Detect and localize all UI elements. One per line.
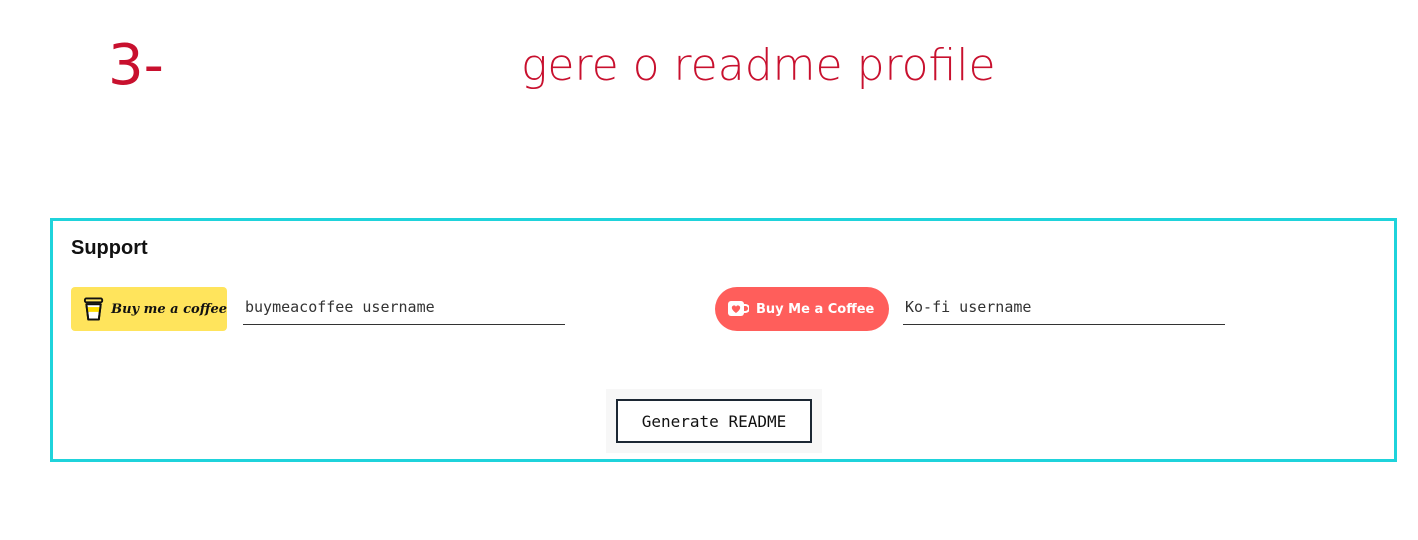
coffee-cup-icon [83,297,104,321]
support-heading: Support [71,237,148,259]
generate-readme-button[interactable]: Generate README [616,399,812,443]
buymeacoffee-badge-label: Buy me a coffee [111,301,227,317]
kofi-badge-label: Buy Me a Coffee [756,301,875,317]
kofi-badge[interactable]: Buy Me a Coffee [715,287,889,331]
kofi-cup-heart-icon [728,301,749,316]
generate-button-container: Generate README [606,389,822,453]
buymeacoffee-badge[interactable]: Buy me a coffee [71,287,227,331]
buymeacoffee-username-input[interactable] [243,295,565,325]
support-section: Support Buy me a coffee Buy Me a Coffee … [50,218,1397,462]
page: 3- gere o readme profile Support Buy me … [0,0,1418,540]
step-title: gere o readme profile [521,40,996,91]
kofi-username-input[interactable] [903,295,1225,325]
step-number: 3- [108,33,164,98]
